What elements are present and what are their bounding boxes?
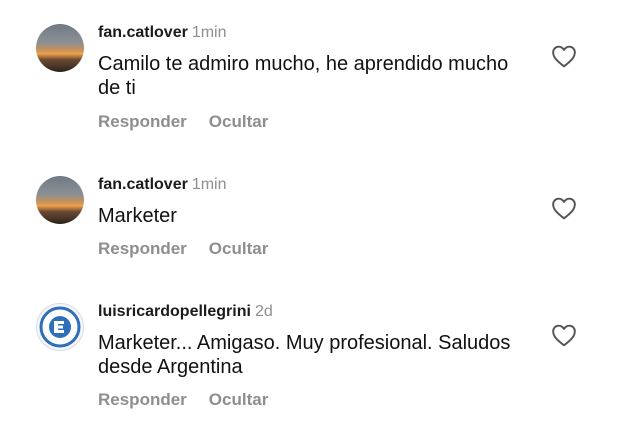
avatar[interactable] [36, 24, 84, 72]
username[interactable]: luisricardopellegrini [98, 303, 251, 320]
comment-text: Camilo te admiro mucho, he aprendido muc… [98, 53, 509, 99]
comment-text: Marketer [98, 205, 177, 227]
timestamp: 2d [254, 303, 273, 320]
heart-outline-icon[interactable] [551, 196, 577, 220]
hide-button[interactable]: Ocultar [209, 239, 269, 258]
comment-header: luisricardopellegrini 2d [98, 303, 273, 321]
reply-button[interactable]: Responder [98, 390, 187, 409]
avatar[interactable] [36, 303, 84, 351]
comment-actions: Responder Ocultar [98, 390, 290, 410]
username[interactable]: fan.catlover [98, 24, 188, 41]
heart-outline-icon[interactable] [551, 323, 577, 347]
username[interactable]: fan.catlover [98, 176, 188, 193]
reply-button[interactable]: Responder [98, 239, 187, 258]
hide-button[interactable]: Ocultar [209, 390, 269, 409]
timestamp: 1min [191, 24, 227, 41]
hide-button[interactable]: Ocultar [209, 112, 269, 131]
foundation-logo-icon [39, 306, 81, 348]
reply-button[interactable]: Responder [98, 112, 187, 131]
comment-header: fan.catlover 1min [98, 24, 227, 42]
comment-actions: Responder Ocultar [98, 239, 290, 259]
comment-text: Marketer... Amigaso. Muy profesional. Sa… [98, 332, 511, 378]
comment-header: fan.catlover 1min [98, 176, 227, 194]
comment-actions: Responder Ocultar [98, 112, 290, 132]
heart-outline-icon[interactable] [551, 44, 577, 68]
avatar[interactable] [36, 176, 84, 224]
timestamp: 1min [191, 176, 227, 193]
